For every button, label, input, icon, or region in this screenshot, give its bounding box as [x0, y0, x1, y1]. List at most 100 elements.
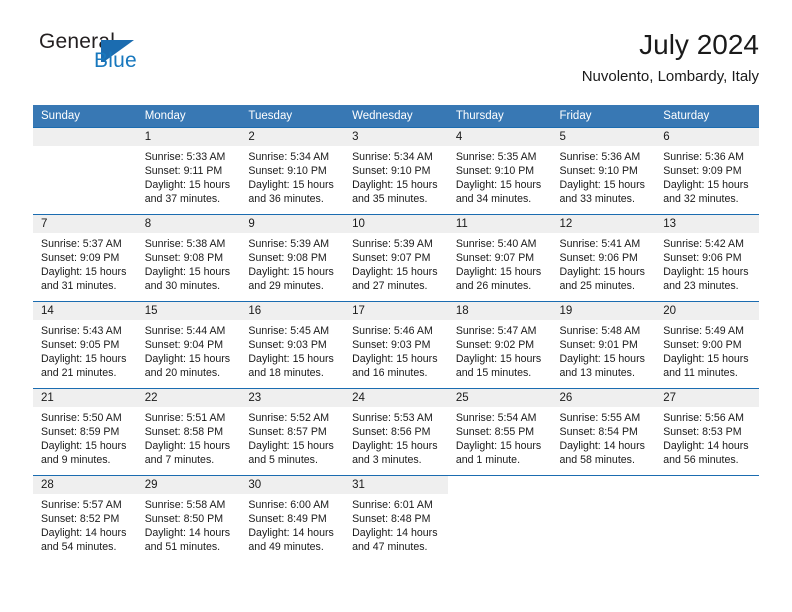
day-number: 9	[240, 215, 345, 233]
sunset-text: Sunset: 9:02 PM	[455, 339, 535, 352]
day-cell-inner: 15 Sunrise: 5:44 AM Sunset: 9:04 PM Dayligh…	[136, 302, 241, 388]
calendar-day-cell[interactable]: 16 Sunrise: 5:45 AM Sunset: 9:03 PM Dayligh…	[240, 301, 345, 389]
sunset-text: Sunset: 9:07 PM	[455, 252, 535, 265]
daylight-text-line2: and 20 minutes.	[144, 367, 221, 380]
day-cell-details: Sunrise: 5:36 AM Sunset: 9:10 PM Daylight:…	[552, 146, 656, 206]
calendar-day-cell[interactable]: 27 Sunrise: 5:56 AM Sunset: 8:53 PM Dayligh…	[655, 388, 759, 476]
calendar-day-cell[interactable]: 15 Sunrise: 5:44 AM Sunset: 9:04 PM Dayligh…	[136, 301, 241, 389]
day-number: 18	[447, 302, 552, 320]
daylight-text-line1: Daylight: 15 hours	[248, 353, 334, 366]
sunset-text: Sunset: 8:59 PM	[41, 426, 120, 439]
calendar-day-cell[interactable]: 28 Sunrise: 5:57 AM Sunset: 8:52 PM Dayligh…	[33, 475, 137, 560]
calendar-day-cell[interactable]: 21 Sunrise: 5:50 AM Sunset: 8:59 PM Dayligh…	[33, 388, 137, 476]
daylight-text-line1: Daylight: 15 hours	[455, 353, 542, 366]
day-cell-inner: 8 Sunrise: 5:38 AM Sunset: 9:08 PM Daylight…	[136, 215, 241, 301]
sunrise-text: Sunrise: 5:44 AM	[144, 325, 226, 337]
calendar-day-cell[interactable]: 10 Sunrise: 5:39 AM Sunset: 9:07 PM Dayligh…	[344, 214, 448, 302]
calendar-day-cell[interactable]: 24 Sunrise: 5:53 AM Sunset: 8:56 PM Dayligh…	[344, 388, 448, 476]
weekday-header-thursday: Thursday	[447, 105, 552, 128]
day-cell-details: Sunrise: 5:53 AM Sunset: 8:56 PM Daylight:…	[344, 407, 448, 467]
day-cell-details: Sunrise: 5:40 AM Sunset: 9:07 PM Daylight:…	[448, 233, 552, 293]
calendar-day-cell[interactable]: 11 Sunrise: 5:40 AM Sunset: 9:07 PM Dayligh…	[447, 214, 552, 302]
day-cell-inner	[447, 476, 552, 560]
daylight-text-line2: and 23 minutes.	[663, 280, 739, 293]
sunrise-text: Sunrise: 5:58 AM	[144, 499, 226, 511]
day-number: 30	[240, 476, 345, 494]
daylight-text-line1: Daylight: 14 hours	[352, 527, 438, 540]
calendar-day-cell[interactable]: 23 Sunrise: 5:52 AM Sunset: 8:57 PM Dayligh…	[240, 388, 345, 476]
calendar-day-cell[interactable]: 4 Sunrise: 5:35 AM Sunset: 9:10 PM Daylight…	[447, 127, 552, 215]
daylight-text-line1: Daylight: 15 hours	[455, 179, 542, 192]
calendar-day-cell[interactable]: 26 Sunrise: 5:55 AM Sunset: 8:54 PM Dayligh…	[551, 388, 656, 476]
calendar-day-cell[interactable]: 18 Sunrise: 5:47 AM Sunset: 9:02 PM Dayligh…	[447, 301, 552, 389]
calendar-day-cell[interactable]: 17 Sunrise: 5:46 AM Sunset: 9:03 PM Dayligh…	[344, 301, 448, 389]
calendar-day-cell[interactable]: 22 Sunrise: 5:51 AM Sunset: 8:58 PM Dayligh…	[136, 388, 241, 476]
sunset-text: Sunset: 9:10 PM	[352, 165, 431, 178]
calendar-day-cell[interactable]: 9 Sunrise: 5:39 AM Sunset: 9:08 PM Daylight…	[240, 214, 345, 302]
daylight-text-line2: and 33 minutes.	[559, 193, 635, 206]
sunrise-text: Sunrise: 5:49 AM	[663, 325, 744, 337]
day-cell-details	[552, 494, 656, 498]
calendar-day-cell[interactable]: 25 Sunrise: 5:54 AM Sunset: 8:55 PM Dayligh…	[447, 388, 552, 476]
sunrise-text: Sunrise: 6:00 AM	[248, 499, 330, 511]
page-subtitle: Nuvolento, Lombardy, Italy	[581, 68, 759, 85]
day-number: 31	[344, 476, 448, 494]
daylight-text-line1: Daylight: 15 hours	[559, 353, 645, 366]
calendar-day-cell[interactable]: 19 Sunrise: 5:48 AM Sunset: 9:01 PM Dayligh…	[551, 301, 656, 389]
calendar-week-row: 21 Sunrise: 5:50 AM Sunset: 8:59 PM Dayligh…	[33, 388, 759, 476]
day-cell-details	[448, 494, 552, 498]
calendar-day-cell[interactable]: 31 Sunrise: 6:01 AM Sunset: 8:48 PM Dayligh…	[344, 475, 448, 560]
calendar-day-cell[interactable]: 12 Sunrise: 5:41 AM Sunset: 9:06 PM Dayligh…	[551, 214, 656, 302]
day-cell-details: Sunrise: 5:44 AM Sunset: 9:04 PM Daylight:…	[137, 320, 241, 380]
day-cell-details: Sunrise: 5:47 AM Sunset: 9:02 PM Daylight:…	[448, 320, 552, 380]
sunrise-text: Sunrise: 6:01 AM	[352, 499, 433, 511]
sunset-text: Sunset: 8:53 PM	[663, 426, 742, 439]
daylight-text-line2: and 34 minutes.	[455, 193, 532, 206]
sunrise-text: Sunrise: 5:41 AM	[559, 238, 641, 250]
general-blue-logo[interactable]: General Blue	[33, 30, 273, 86]
daylight-text-line2: and 7 minutes.	[144, 454, 215, 467]
calendar-day-cell[interactable]: 13 Sunrise: 5:42 AM Sunset: 9:06 PM Dayligh…	[655, 214, 759, 302]
day-cell-details: Sunrise: 5:56 AM Sunset: 8:53 PM Daylight:…	[655, 407, 759, 467]
calendar-empty-cell	[447, 475, 552, 560]
sunrise-text: Sunrise: 5:34 AM	[248, 151, 330, 163]
calendar-day-cell[interactable]: 3 Sunrise: 5:34 AM Sunset: 9:10 PM Daylight…	[344, 127, 448, 215]
calendar-day-cell[interactable]: 1 Sunrise: 5:33 AM Sunset: 9:11 PM Daylight…	[136, 127, 241, 215]
sunrise-text: Sunrise: 5:54 AM	[455, 412, 537, 424]
daylight-text-line2: and 32 minutes.	[663, 193, 739, 206]
calendar-day-cell[interactable]: 6 Sunrise: 5:36 AM Sunset: 9:09 PM Daylight…	[655, 127, 759, 215]
day-cell-inner: 20 Sunrise: 5:49 AM Sunset: 9:00 PM Dayligh…	[655, 302, 759, 388]
calendar-day-cell[interactable]: 7 Sunrise: 5:37 AM Sunset: 9:09 PM Daylight…	[33, 214, 137, 302]
calendar-day-cell[interactable]: 2 Sunrise: 5:34 AM Sunset: 9:10 PM Daylight…	[240, 127, 345, 215]
weekday-header-row: Sunday Monday Tuesday Wednesday Thursday…	[33, 105, 759, 128]
day-cell-inner: 26 Sunrise: 5:55 AM Sunset: 8:54 PM Dayligh…	[551, 389, 656, 475]
calendar-body: 1 Sunrise: 5:33 AM Sunset: 9:11 PM Daylight…	[33, 127, 759, 560]
calendar-day-cell[interactable]: 29 Sunrise: 5:58 AM Sunset: 8:50 PM Dayligh…	[136, 475, 241, 560]
sunrise-text: Sunrise: 5:55 AM	[559, 412, 641, 424]
daylight-text-line2: and 58 minutes.	[559, 454, 635, 467]
sunrise-text: Sunrise: 5:53 AM	[352, 412, 433, 424]
calendar-day-cell[interactable]: 5 Sunrise: 5:36 AM Sunset: 9:10 PM Daylight…	[551, 127, 656, 215]
day-cell-inner: 31 Sunrise: 6:01 AM Sunset: 8:48 PM Dayligh…	[344, 476, 448, 560]
daylight-text-line1: Daylight: 15 hours	[663, 179, 749, 192]
sunrise-text: Sunrise: 5:52 AM	[248, 412, 330, 424]
sunset-text: Sunset: 9:04 PM	[144, 339, 224, 352]
calendar-day-cell[interactable]: 14 Sunrise: 5:43 AM Sunset: 9:05 PM Dayligh…	[33, 301, 137, 389]
sunrise-text: Sunrise: 5:36 AM	[559, 151, 641, 163]
daylight-text-line1: Daylight: 15 hours	[455, 266, 542, 279]
daylight-text-line2: and 16 minutes.	[352, 367, 428, 380]
calendar-empty-cell	[33, 127, 137, 215]
day-cell-details: Sunrise: 5:58 AM Sunset: 8:50 PM Daylight:…	[137, 494, 241, 554]
calendar-day-cell[interactable]: 30 Sunrise: 6:00 AM Sunset: 8:49 PM Dayligh…	[240, 475, 345, 560]
calendar-day-cell[interactable]: 8 Sunrise: 5:38 AM Sunset: 9:08 PM Daylight…	[136, 214, 241, 302]
day-cell-details: Sunrise: 5:45 AM Sunset: 9:03 PM Daylight:…	[240, 320, 344, 380]
day-number	[655, 476, 759, 494]
sunrise-text: Sunrise: 5:35 AM	[455, 151, 537, 163]
daylight-text-line1: Daylight: 15 hours	[144, 353, 231, 366]
calendar-day-cell[interactable]: 20 Sunrise: 5:49 AM Sunset: 9:00 PM Dayligh…	[655, 301, 759, 389]
day-cell-details: Sunrise: 5:51 AM Sunset: 8:58 PM Daylight:…	[137, 407, 241, 467]
day-cell-inner: 29 Sunrise: 5:58 AM Sunset: 8:50 PM Dayligh…	[136, 476, 241, 560]
day-cell-details	[655, 494, 759, 498]
day-number: 11	[447, 215, 552, 233]
day-cell-inner: 13 Sunrise: 5:42 AM Sunset: 9:06 PM Dayligh…	[655, 215, 759, 301]
